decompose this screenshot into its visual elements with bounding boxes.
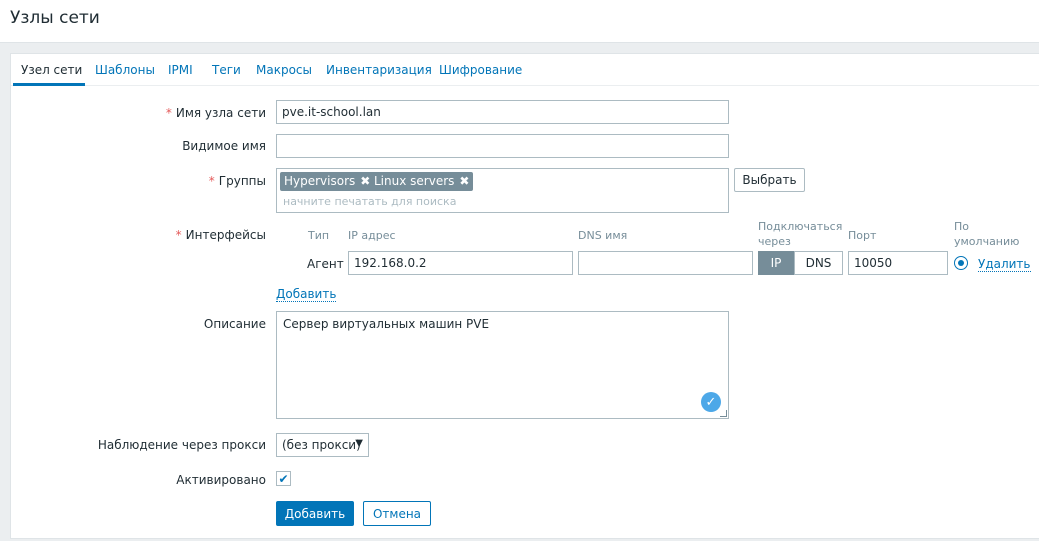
- remove-chip-icon[interactable]: ✖: [360, 174, 370, 188]
- groups-label: * Группы: [208, 174, 266, 188]
- description-textarea[interactable]: Сервер виртуальных машин PVE ✓: [276, 311, 729, 419]
- visible-name-input[interactable]: [276, 134, 729, 158]
- interface-dns-input[interactable]: [578, 251, 753, 275]
- active-tab-indicator: [13, 83, 85, 86]
- tab-tags[interactable]: Теги: [212, 63, 241, 77]
- if-header-type: Тип: [308, 229, 330, 242]
- enabled-checkbox[interactable]: ✔: [276, 471, 291, 486]
- visible-name-label: Видимое имя: [182, 139, 266, 153]
- proxy-select[interactable]: (без прокси) ▼: [276, 433, 369, 457]
- interfaces-label: * Интерфейсы: [175, 228, 266, 242]
- groups-search-placeholder[interactable]: начните печатать для поиска: [283, 195, 456, 208]
- groups-multiselect[interactable]: Hypervisors ✖ Linux servers ✖ начните печа…: [276, 168, 729, 213]
- description-text: Сервер виртуальных машин PVE: [283, 317, 490, 331]
- default-interface-radio[interactable]: [954, 256, 968, 270]
- if-header-connect-via: Подключаться через: [758, 220, 843, 248]
- interface-type: Агент: [307, 257, 344, 271]
- connect-dns-button[interactable]: DNS: [794, 251, 843, 275]
- description-label: Описание: [203, 317, 266, 331]
- if-header-port: Порт: [848, 229, 877, 242]
- interface-port-input[interactable]: 10050: [848, 251, 948, 275]
- tab-macros[interactable]: Макросы: [256, 63, 312, 77]
- interface-ip-input[interactable]: 192.168.0.2: [348, 251, 573, 275]
- if-header-ip: IP адрес: [348, 229, 396, 242]
- select-groups-button[interactable]: Выбрать: [734, 168, 805, 192]
- proxy-label: Наблюдение через прокси: [97, 438, 266, 452]
- if-header-dns: DNS имя: [578, 229, 628, 242]
- chevron-down-icon: ▼: [355, 438, 363, 449]
- if-header-default: По умолчанию: [954, 220, 1020, 248]
- resize-handle[interactable]: [720, 410, 727, 417]
- remove-chip-icon[interactable]: ✖: [459, 174, 469, 188]
- remove-interface-link[interactable]: Удалить: [978, 257, 1031, 272]
- tab-bar: Узел сети Шаблоны IPMI Теги Макросы Инве…: [11, 54, 1039, 86]
- connect-ip-button[interactable]: IP: [758, 251, 794, 275]
- check-icon: ✔: [278, 471, 289, 486]
- group-chip: Linux servers ✖: [370, 172, 474, 191]
- tab-ipmi[interactable]: IPMI: [168, 63, 193, 77]
- add-interface-link[interactable]: Добавить: [276, 287, 337, 302]
- tab-encryption[interactable]: Шифрование: [439, 63, 522, 77]
- tab-templates[interactable]: Шаблоны: [95, 63, 155, 77]
- page-title: Узлы сети: [10, 8, 100, 28]
- page-header: Узлы сети: [0, 0, 1039, 43]
- host-name-input[interactable]: pve.it-school.lan: [276, 100, 729, 124]
- tab-host[interactable]: Узел сети: [21, 63, 82, 77]
- host-form-panel: Узел сети Шаблоны IPMI Теги Макросы Инве…: [10, 53, 1039, 539]
- checkmark-icon: ✓: [701, 392, 721, 412]
- enabled-label: Активировано: [176, 473, 266, 487]
- proxy-select-value: (без прокси): [282, 438, 361, 452]
- tab-inventory[interactable]: Инвентаризация: [326, 63, 432, 77]
- cancel-button[interactable]: Отмена: [363, 501, 431, 526]
- add-button[interactable]: Добавить: [276, 501, 354, 526]
- group-chip: Hypervisors ✖: [280, 172, 375, 191]
- host-name-label: * Имя узла сети: [165, 106, 266, 120]
